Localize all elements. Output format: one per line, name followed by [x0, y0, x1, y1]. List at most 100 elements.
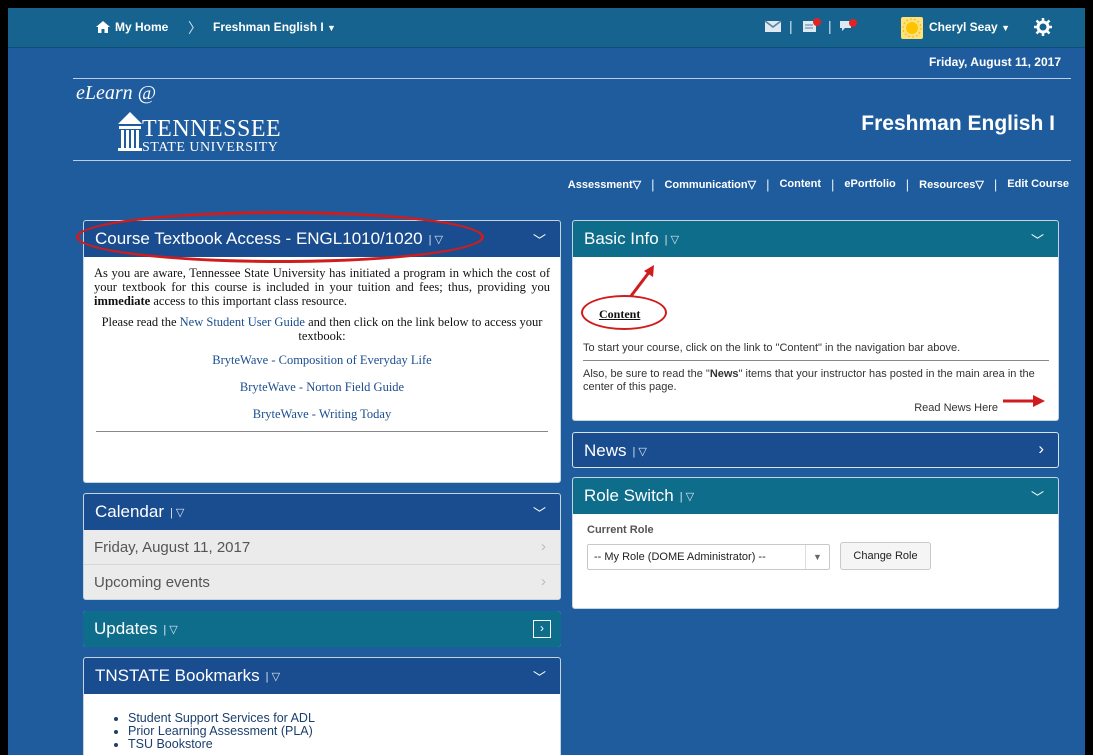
widget-bookmarks: TNSTATE Bookmarks | ▽ ﹀ Student Support … [83, 657, 561, 755]
widget-menu-icon[interactable]: | ▽ [633, 445, 647, 458]
text: access to this important class resource. [150, 294, 348, 308]
gear-icon[interactable] [1034, 18, 1052, 41]
text-emphasis: immediate [94, 294, 151, 308]
calendar-row-label: Upcoming events [94, 574, 210, 591]
nav-resources-label: Resources [919, 178, 976, 191]
brytewave-link-writing-today[interactable]: BryteWave - Writing Today [253, 407, 391, 421]
brytewave-link-norton[interactable]: BryteWave - Norton Field Guide [240, 380, 404, 394]
annotation-oval-textbook [76, 211, 484, 263]
divider [73, 160, 1071, 161]
widget-header: Basic Info | ▽ ﹀ [573, 221, 1058, 257]
text-emphasis: News [709, 368, 739, 380]
collapse-chevron-icon[interactable]: ﹀ [1031, 487, 1044, 506]
caret-down-icon: ▼ [805, 545, 829, 569]
text: As you are aware, Tennessee State Univer… [94, 266, 550, 294]
textbook-intro: As you are aware, Tennessee State Univer… [94, 266, 550, 308]
chevron-right-icon: › [541, 538, 546, 555]
read-news-text: Read News Here [914, 402, 998, 414]
user-menu[interactable]: Cheryl Seay ▼ [929, 20, 1010, 34]
user-name: Cheryl Seay [929, 20, 998, 34]
annotation-arrow-up-icon [629, 265, 654, 297]
collapse-chevron-icon[interactable]: ﹀ [1031, 230, 1044, 249]
separator: | [651, 176, 655, 192]
course-navbar: Assessment▽ | Communication▽ | Content |… [568, 174, 1069, 194]
avatar[interactable] [901, 17, 923, 39]
widget-title: Basic Info [584, 229, 659, 248]
calendar-row-label: Friday, August 11, 2017 [94, 539, 251, 556]
widget-header: TNSTATE Bookmarks | ▽ ﹀ [84, 658, 560, 694]
course-selector-label: Freshman English I [213, 20, 324, 34]
dropdown-triangle-icon: ▽ [747, 178, 757, 191]
brytewave-link-composition[interactable]: BryteWave - Composition of Everyday Life [212, 353, 431, 367]
separator: | [831, 176, 835, 192]
logo-elearn: eLearn @ [76, 82, 157, 104]
separator: | [789, 18, 793, 34]
building-icon [116, 112, 144, 157]
caret-down-icon: ▼ [327, 23, 336, 33]
nav-content[interactable]: Content [779, 178, 821, 190]
widget-menu-icon[interactable]: | ▽ [665, 233, 679, 246]
role-select-value: -- My Role (DOME Administrator) -- [594, 551, 766, 563]
widget-header: Updates | ▽ › [83, 611, 561, 647]
nav-communication[interactable]: Communication▽ [664, 178, 756, 191]
widget-title: TNSTATE Bookmarks [95, 666, 260, 685]
update-alerts-icon[interactable] [838, 17, 860, 40]
expand-chevron-icon[interactable]: › [1038, 439, 1044, 459]
bookmark-list: Student Support Services for ADL Prior L… [128, 712, 560, 751]
widget-role-switch: Role Switch | ▽ ﹀ Current Role -- My Rol… [572, 477, 1059, 609]
textbook-link-row: BryteWave - Writing Today [94, 407, 550, 421]
logo-name: TENNESSEE [142, 116, 282, 142]
bookmark-item[interactable]: TSU Bookstore [128, 738, 560, 751]
textbook-link-row: BryteWave - Norton Field Guide [94, 380, 550, 394]
caret-down-icon: ▼ [1001, 23, 1010, 33]
role-select[interactable]: -- My Role (DOME Administrator) -- ▼ [587, 544, 830, 570]
widget-news: News | ▽ › [572, 432, 1059, 468]
expand-icon[interactable]: › [533, 620, 551, 638]
widget-title: Role Switch [584, 486, 674, 505]
message-alerts-icon[interactable] [764, 19, 782, 38]
current-role-label: Current Role [587, 524, 654, 536]
widget-header: Role Switch | ▽ ﹀ [573, 478, 1058, 514]
course-title: Freshman English I [861, 112, 1055, 135]
tsu-logo[interactable]: eLearn @ TENNESSEE STATE UNIVERSITY [76, 82, 316, 162]
subscription-alerts-icon[interactable] [802, 17, 822, 40]
collapse-chevron-icon[interactable]: ﹀ [533, 230, 546, 249]
annotation-oval-content [581, 295, 667, 330]
nav-eportfolio[interactable]: ePortfolio [844, 178, 895, 190]
nav-resources[interactable]: Resources▽ [919, 178, 984, 191]
separator: | [766, 176, 770, 192]
home-icon[interactable] [95, 20, 111, 39]
nav-assessment-label: Assessment [567, 178, 633, 191]
divider [583, 360, 1049, 361]
separator: | [905, 176, 910, 192]
widget-updates: Updates | ▽ › [83, 611, 561, 647]
widget-title: Updates [94, 619, 158, 638]
widget-menu-icon[interactable]: | ▽ [266, 670, 280, 683]
change-role-button[interactable]: Change Role [840, 542, 931, 570]
new-student-guide-link[interactable]: New Student User Guide [180, 315, 305, 329]
textbook-instructions: Please read the New Student User Guide a… [94, 315, 550, 343]
widget-title: Calendar [95, 502, 164, 521]
widget-menu-icon[interactable]: | ▽ [680, 490, 694, 503]
widget-menu-icon[interactable]: | ▽ [170, 506, 184, 519]
widget-header: News | ▽ › [573, 433, 1058, 467]
dropdown-triangle-icon: ▽ [975, 178, 984, 191]
widget-menu-icon[interactable]: | ▽ [163, 623, 177, 636]
text: Also, be sure to read the " [583, 368, 710, 380]
minibar: My Home 〉 Freshman English I ▼ | | Chery… [8, 8, 1085, 48]
my-home-link[interactable]: My Home [115, 20, 168, 34]
basic-info-line-1: To start your course, click on the link … [583, 342, 961, 354]
basic-info-line-2: Also, be sure to read the "News" items t… [583, 368, 1049, 394]
widget-title: News [584, 441, 627, 460]
calendar-row-today[interactable]: Friday, August 11, 2017 › [84, 530, 560, 565]
page: My Home 〉 Freshman English I ▼ | | Chery… [8, 8, 1085, 755]
nav-assessment[interactable]: Assessment▽ [568, 178, 641, 191]
calendar-row-upcoming[interactable]: Upcoming events › [84, 565, 560, 599]
course-selector[interactable]: Freshman English I ▼ [213, 20, 336, 34]
divider [96, 431, 548, 432]
nav-edit-course[interactable]: Edit Course [1007, 178, 1069, 190]
widget-calendar: Calendar | ▽ ﹀ Friday, August 11, 2017 ›… [83, 493, 561, 600]
collapse-chevron-icon[interactable]: ﹀ [533, 667, 546, 686]
widget-header: Calendar | ▽ ﹀ [84, 494, 560, 530]
collapse-chevron-icon[interactable]: ﹀ [533, 503, 546, 522]
